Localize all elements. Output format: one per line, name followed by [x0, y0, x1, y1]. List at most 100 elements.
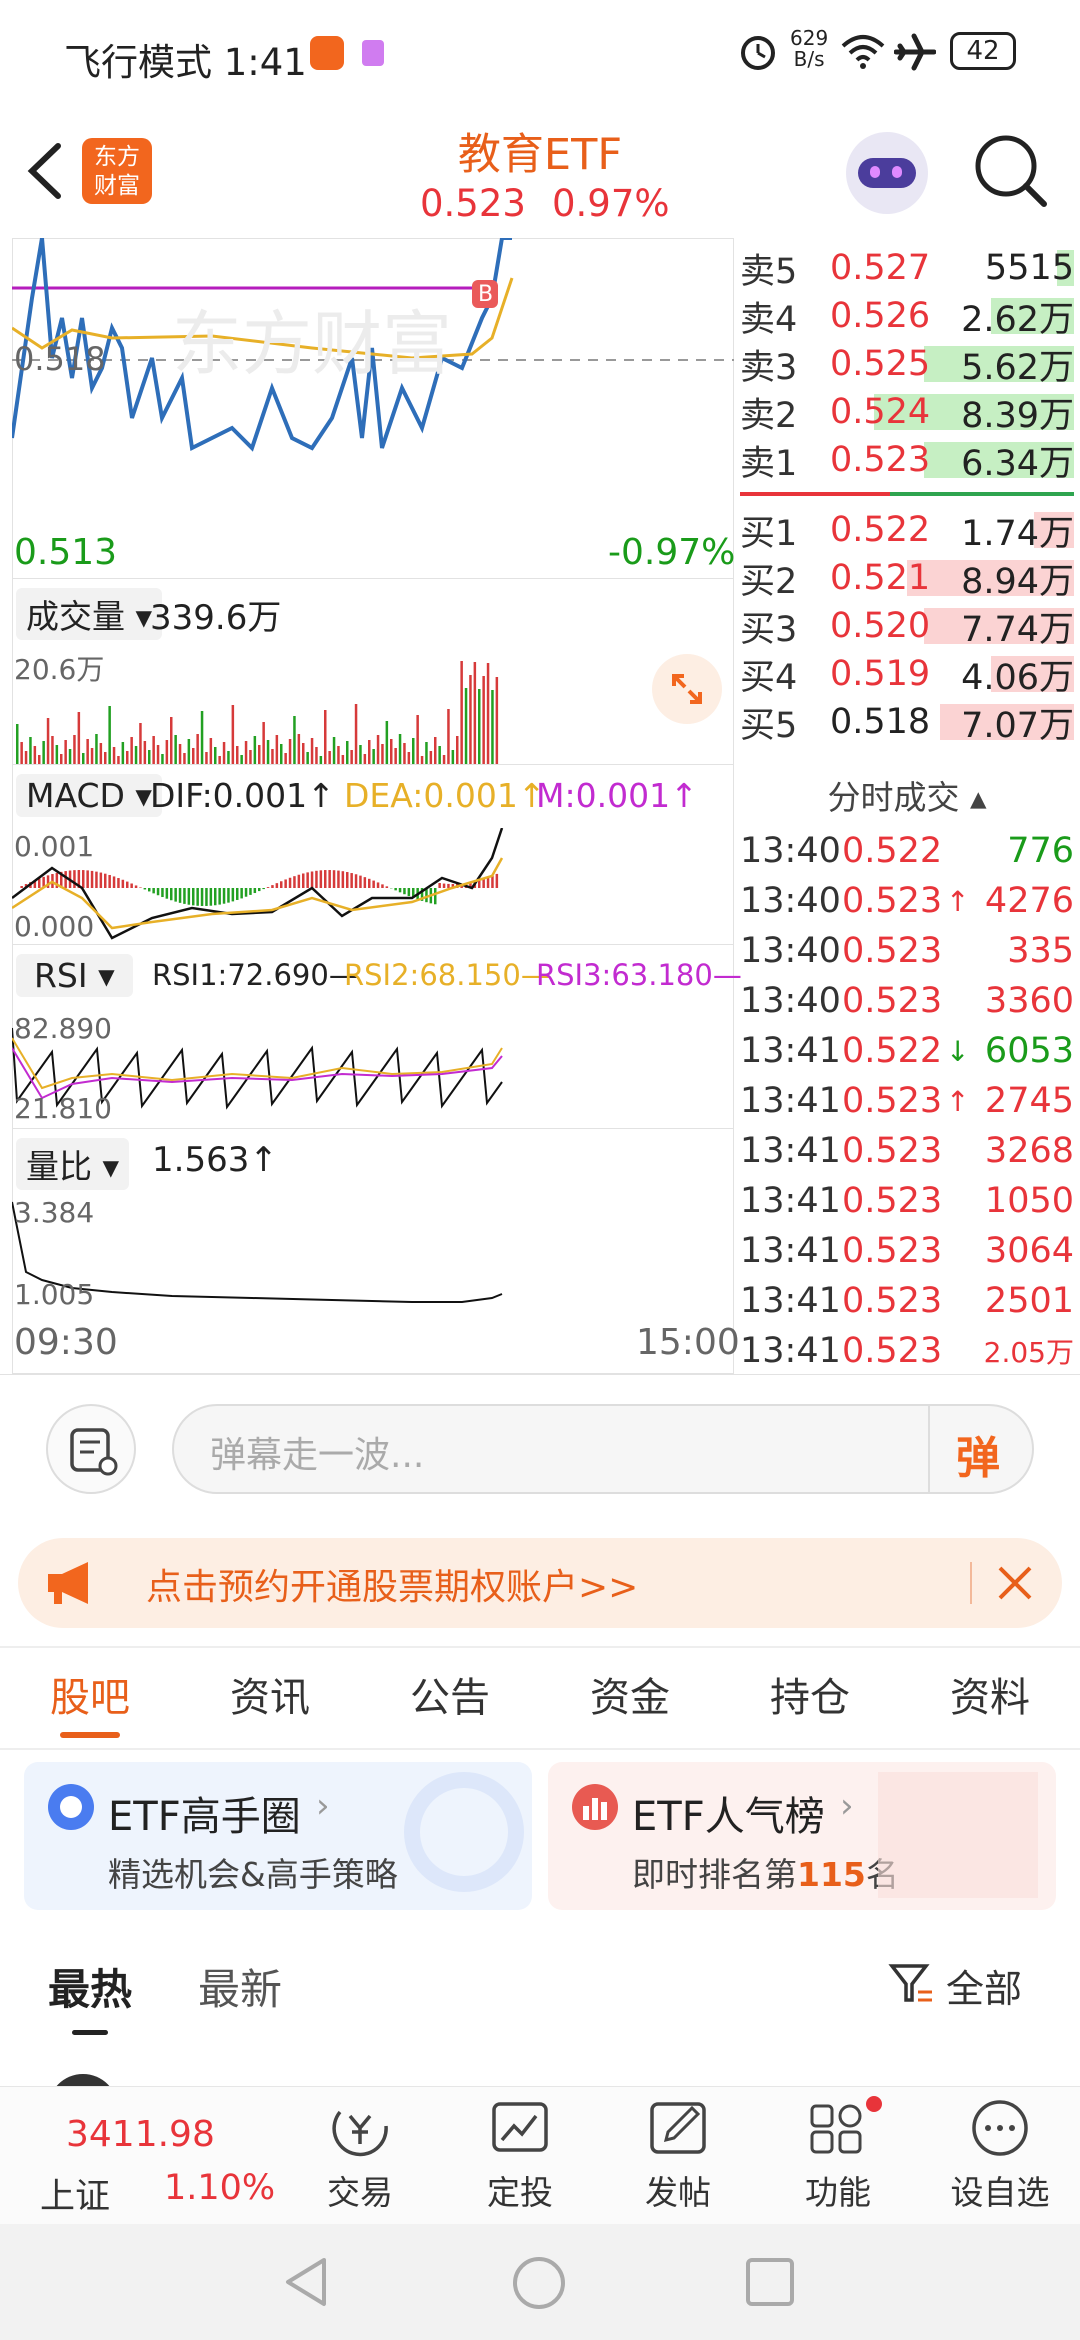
order-book[interactable]: 卖5 0.527 5515 卖4 0.526 2.62万 卖3 0.525 5.62万 卖2 0.5… [740, 244, 1074, 746]
macd-bar [363, 877, 367, 888]
ranking-icon [572, 1784, 618, 1830]
bid-row[interactable]: 买5 0.518 7.07万 [740, 698, 1074, 746]
status-bar: 飞行模式 1:41 629 B/s 42 [0, 0, 1080, 105]
volume-bar [29, 737, 32, 764]
macd-bar [112, 876, 116, 888]
app-notification-icon [310, 36, 344, 70]
tab-0[interactable]: 股吧 [0, 1668, 180, 1748]
system-recents-icon[interactable] [744, 2256, 796, 2308]
order-price: 0.523 [830, 440, 931, 480]
macd-bar [236, 888, 239, 900]
net-speed: 629 B/s [790, 28, 828, 70]
trade-price: 0.523 [842, 1131, 943, 1171]
volume-bar [16, 724, 19, 764]
trade-time: 13:40 [740, 981, 841, 1021]
rsi-selector[interactable]: RSI ▾ [16, 954, 133, 997]
divider [0, 1374, 1080, 1375]
system-back-icon[interactable] [280, 2254, 332, 2310]
trade-volume: 1050 [984, 1181, 1074, 1221]
expand-icon [672, 674, 702, 704]
macd-bar [152, 888, 155, 894]
ask-row[interactable]: 卖5 0.527 5515 [740, 244, 1074, 292]
trade-time: 13:40 [740, 831, 841, 871]
macd-bar [148, 888, 151, 892]
trade-price: 0.522 [842, 831, 943, 871]
danmu-settings-button[interactable] [46, 1404, 136, 1494]
danmu-input[interactable]: 弹幕走一波... 弹 [172, 1404, 1034, 1494]
volume-bar [99, 743, 103, 764]
bid-row[interactable]: 买1 0.522 1.74万 [740, 506, 1074, 554]
volume-bar [236, 746, 239, 764]
robot-assistant-icon[interactable] [846, 132, 928, 214]
order-volume: 6.34万 [961, 443, 1074, 484]
card-etf-master[interactable]: ETF高手圈 › 精选机会&高手策略 [24, 1762, 532, 1910]
macd-bar [275, 883, 279, 888]
tab-2[interactable]: 公告 [360, 1668, 540, 1748]
macd-bar [319, 870, 323, 888]
tab-4[interactable]: 持仓 [720, 1668, 900, 1748]
trade-row: 13:41 0.523 3064 [740, 1226, 1074, 1276]
filter-icon[interactable] [888, 1960, 934, 2006]
divider [0, 1646, 1080, 1648]
tab-bar[interactable]: 股吧 资讯 公告 资金 持仓 资料 [0, 1668, 1080, 1748]
airplane-icon [894, 33, 936, 71]
rsi2: RSI2:68.150— [344, 958, 550, 992]
volume-bar [126, 751, 129, 764]
macd-bar [394, 888, 397, 891]
ask-row[interactable]: 卖4 0.526 2.62万 [740, 292, 1074, 340]
order-price: 0.519 [830, 654, 931, 694]
ask-row[interactable]: 卖2 0.524 8.39万 [740, 388, 1074, 436]
volume-bar [416, 715, 419, 764]
rsi-chart[interactable] [12, 1008, 734, 1128]
index-value[interactable]: 3411.98 [66, 2114, 215, 2155]
nav-post[interactable]: 发帖 [618, 2096, 738, 2216]
macd-bar [187, 888, 191, 905]
volume-bar [33, 746, 37, 764]
nav-add-watchlist[interactable]: 设自选 [940, 2096, 1060, 2216]
vol-ratio-value: 1.563↑ [152, 1140, 278, 1180]
nav-trade[interactable]: 交易 [300, 2096, 420, 2216]
trade-time: 13:41 [740, 1031, 841, 1071]
volume-bar [332, 737, 336, 764]
ask-row[interactable]: 卖1 0.523 6.34万 [740, 436, 1074, 484]
nav-functions-label: 功能 [805, 2173, 871, 2212]
system-home-icon[interactable] [510, 2254, 568, 2312]
ask-row[interactable]: 卖3 0.525 5.62万 [740, 340, 1074, 388]
macd-bar [95, 871, 98, 888]
sort-hot[interactable]: 最热 [48, 1956, 132, 2017]
tab-1[interactable]: 资讯 [180, 1668, 360, 1748]
bid-row[interactable]: 买3 0.520 7.74万 [740, 602, 1074, 650]
vol-ratio-selector[interactable]: 量比 ▾ [16, 1138, 130, 1190]
tab-3[interactable]: 资金 [540, 1668, 720, 1748]
expand-chart-button[interactable] [652, 654, 722, 724]
volume-axis-top: 20.6万 [14, 653, 105, 686]
card-etf-popularity[interactable]: ETF人气榜 › 即时排名第115名 [548, 1762, 1056, 1910]
time-axis-end: 15:00 [636, 1322, 740, 1363]
trade-price: 0.523 [842, 1081, 943, 1121]
macd-chart[interactable] [12, 828, 734, 944]
bid-row[interactable]: 买2 0.521 8.94万 [740, 554, 1074, 602]
trades-header[interactable]: 分时成交 ▴ [740, 770, 1074, 826]
promo-banner[interactable]: 点击预约开通股票期权账户>> [18, 1538, 1062, 1628]
search-icon[interactable] [972, 132, 1048, 208]
macd-selector[interactable]: MACD ▾ [16, 774, 162, 817]
index-pct[interactable]: 1.10% [164, 2168, 275, 2208]
filter-label[interactable]: 全部 [946, 1958, 1022, 2013]
index-name[interactable]: 上证 [40, 2168, 110, 2219]
nav-auto-invest[interactable]: 定投 [460, 2096, 580, 2216]
vol-ratio-chart[interactable] [12, 1192, 734, 1312]
tab-5[interactable]: 资料 [900, 1668, 1080, 1748]
close-icon[interactable] [994, 1562, 1036, 1604]
volume-bar [231, 705, 235, 764]
danmu-send-button[interactable]: 弹 [956, 1422, 1000, 1486]
volume-selector[interactable]: 成交量 ▾ [16, 588, 163, 640]
volume-bar [42, 741, 45, 764]
nav-functions[interactable]: 功能 [778, 2096, 898, 2216]
volume-chart[interactable] [12, 640, 734, 764]
bid-row[interactable]: 买4 0.519 4.06万 [740, 650, 1074, 698]
volume-bar [183, 753, 186, 764]
macd-bar [302, 873, 305, 888]
intraday-price-chart[interactable]: B 东方财富 [12, 238, 734, 578]
order-price: 0.518 [830, 702, 931, 742]
sort-new[interactable]: 最新 [198, 1956, 282, 2017]
